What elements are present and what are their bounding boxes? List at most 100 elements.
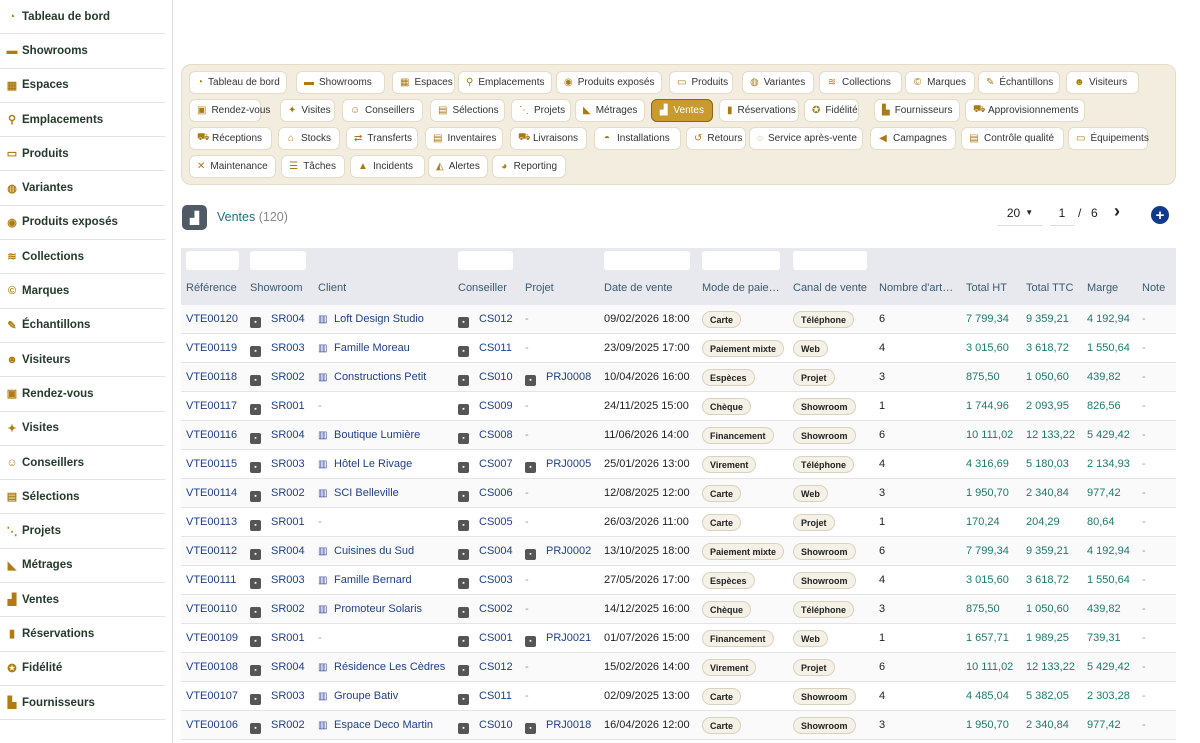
module-chip-approvisionnements[interactable]: ⛟ Approvisionnements: [965, 99, 1085, 122]
sale-reference-link[interactable]: VTE00116: [186, 429, 237, 441]
showroom-cell[interactable]: ▪ SR003: [250, 342, 305, 357]
column-header-conseiller[interactable]: Conseiller: [458, 282, 507, 294]
sale-reference-link[interactable]: VTE00120: [186, 313, 238, 325]
module-chip-inventaires[interactable]: ▤ Inventaires: [425, 127, 503, 150]
advisor-cell[interactable]: ▪ CS010: [458, 371, 513, 386]
module-chip-produits[interactable]: ▭ Produits: [669, 71, 733, 94]
advisor-cell[interactable]: ▪ CS002: [458, 603, 513, 618]
module-chip-installations[interactable]: ◓ Installations: [594, 127, 681, 150]
client-cell[interactable]: ▥ Famille Moreau: [318, 342, 410, 354]
column-header-canal-de-vente[interactable]: Canal de vente: [793, 282, 867, 294]
advisor-cell[interactable]: ▪ CS001: [458, 632, 513, 647]
column-header-projet[interactable]: Projet: [525, 282, 554, 294]
showroom-cell[interactable]: ▪ SR003: [250, 458, 305, 473]
showroom-cell[interactable]: ▪ SR003: [250, 574, 305, 589]
advisor-cell[interactable]: ▪ CS008: [458, 429, 513, 444]
module-chip-produits-exposes[interactable]: ◉ Produits exposés: [556, 71, 662, 94]
table-row[interactable]: VTE00120 ▪ SR004 ▥ Loft Design Studio ▪ CS012-…: [181, 305, 1176, 334]
module-chip-showrooms[interactable]: ▬ Showrooms: [296, 71, 385, 94]
showroom-cell[interactable]: ▪ SR001: [250, 632, 305, 647]
module-chip-conseillers[interactable]: ☺ Conseillers: [342, 99, 423, 122]
sale-reference-link[interactable]: VTE00108: [186, 661, 238, 673]
module-chip-reservations[interactable]: ▮ Réservations: [719, 99, 799, 122]
showroom-cell[interactable]: ▪ SR001: [250, 516, 305, 531]
sale-reference-link[interactable]: VTE00117: [186, 400, 237, 412]
module-chip-metrages[interactable]: ◣ Métrages: [575, 99, 645, 122]
client-cell[interactable]: ▥ Boutique Lumière: [318, 429, 420, 441]
sale-reference-link[interactable]: VTE00118: [186, 371, 237, 383]
module-chip-ventes[interactable]: ▟ Ventes: [651, 99, 713, 122]
client-cell[interactable]: ▥ Cuisines du Sud: [318, 545, 414, 557]
page-size-select[interactable]: 20 ▼: [997, 200, 1043, 226]
advisor-cell[interactable]: ▪ CS011: [458, 690, 512, 705]
showroom-cell[interactable]: ▪ SR002: [250, 487, 305, 502]
sale-reference-link[interactable]: VTE00110: [186, 603, 237, 615]
module-chip-transferts[interactable]: ⇄ Transferts: [346, 127, 418, 150]
module-chip-service-apres-vente[interactable]: ◌ Service après-vente: [749, 127, 863, 150]
table-row[interactable]: VTE00106 ▪ SR002 ▥ Espace Deco Martin ▪ CS010 ▪…: [181, 711, 1176, 740]
showroom-cell[interactable]: ▪ SR002: [250, 371, 305, 386]
showroom-cell[interactable]: ▪ SR004: [250, 545, 305, 560]
sidebar-item-metrages[interactable]: ◣ Métrages: [0, 549, 165, 584]
module-chip-visiteurs[interactable]: ☻ Visiteurs: [1066, 71, 1139, 94]
module-chip-receptions[interactable]: ⛟ Réceptions: [189, 127, 272, 150]
sale-reference-link[interactable]: VTE00109: [186, 632, 238, 644]
table-row[interactable]: VTE00108 ▪ SR004 ▥ Résidence Les Cèdres ▪ CS01…: [181, 653, 1176, 682]
client-cell[interactable]: ▥ Espace Deco Martin: [318, 719, 433, 731]
project-cell[interactable]: ▪ PRJ0002: [525, 545, 591, 560]
client-cell[interactable]: ▥ Loft Design Studio: [318, 313, 424, 325]
column-filter-input[interactable]: [604, 251, 690, 270]
table-row[interactable]: VTE00109 ▪ SR001 - ▪ CS001 ▪ PRJ0021 01/07/2026 …: [181, 624, 1176, 653]
client-cell[interactable]: ▥ Famille Bernard: [318, 574, 412, 586]
module-chip-selections[interactable]: ▤ Sélections: [430, 99, 505, 122]
sidebar-item-showrooms[interactable]: ▬ Showrooms: [0, 34, 165, 69]
module-chip-controle-qualite[interactable]: ▤ Contrôle qualité: [961, 127, 1064, 150]
column-header-total-ttc[interactable]: Total TTC: [1026, 282, 1073, 294]
module-chip-livraisons[interactable]: ⛟ Livraisons: [510, 127, 587, 150]
sale-reference-link[interactable]: VTE00111: [186, 574, 236, 586]
column-header-reference[interactable]: Référence: [186, 282, 237, 294]
column-header-note[interactable]: Note: [1142, 282, 1165, 294]
table-row[interactable]: VTE00116 ▪ SR004 ▥ Boutique Lumière ▪ CS008-11…: [181, 421, 1176, 450]
table-row[interactable]: VTE00119 ▪ SR003 ▥ Famille Moreau ▪ CS011 - 23/0…: [181, 334, 1176, 363]
project-cell[interactable]: ▪ PRJ0018: [525, 719, 591, 734]
module-chip-incidents[interactable]: ▲ Incidents: [350, 155, 425, 178]
column-header-marge[interactable]: Marge: [1087, 282, 1118, 294]
module-chip-rendez-vous[interactable]: ▣ Rendez-vous: [189, 99, 270, 122]
sidebar-item-ventes[interactable]: ▟ Ventes: [0, 583, 165, 618]
module-chip-equipements[interactable]: ▭ Équipements: [1068, 127, 1149, 150]
advisor-cell[interactable]: ▪ CS011: [458, 342, 512, 357]
sidebar-item-espaces[interactable]: ▦ Espaces: [0, 69, 165, 103]
module-chip-alertes[interactable]: ◭ Alertes: [428, 155, 488, 178]
sale-reference-link[interactable]: VTE00115: [186, 458, 237, 470]
module-chip-maintenance[interactable]: ✕ Maintenance: [189, 155, 276, 178]
showroom-cell[interactable]: ▪ SR002: [250, 603, 305, 618]
module-chip-fournisseurs[interactable]: ▙ Fournisseurs: [874, 99, 960, 122]
column-filter-input[interactable]: [702, 251, 780, 270]
sidebar-item-projets[interactable]: ⋱ Projets: [0, 514, 165, 549]
table-row[interactable]: VTE00115 ▪ SR003 ▥ Hôtel Le Rivage ▪ CS007 ▪ PRJ…: [181, 450, 1176, 479]
chevron-right-icon[interactable]: ›: [1114, 201, 1120, 222]
column-filter-input[interactable]: [458, 251, 513, 270]
sale-reference-link[interactable]: VTE00113: [186, 516, 237, 528]
module-chip-visites[interactable]: ✦ Visites: [280, 99, 335, 122]
sidebar-item-visiteurs[interactable]: ☻ Visiteurs: [0, 343, 165, 378]
showroom-cell[interactable]: ▪ SR003: [250, 690, 305, 705]
module-chip-collections[interactable]: ≋ Collections: [819, 71, 902, 94]
sidebar-item-rendez-vous[interactable]: ▣ Rendez-vous: [0, 377, 165, 412]
column-header-nombre-d-art[interactable]: Nombre d'art…: [879, 282, 959, 294]
column-header-total-ht[interactable]: Total HT: [966, 282, 1007, 294]
sidebar-item-reservations[interactable]: ▮ Réservations: [0, 617, 165, 652]
sidebar-item-emplacements[interactable]: ⚲ Emplacements: [0, 103, 165, 138]
client-cell[interactable]: ▥ Promoteur Solaris: [318, 603, 422, 615]
column-filter-input[interactable]: [793, 251, 867, 270]
module-chip-retours[interactable]: ↺ Retours: [686, 127, 746, 150]
module-chip-projets[interactable]: ⋱ Projets: [511, 99, 571, 122]
advisor-cell[interactable]: ▪ CS012: [458, 313, 513, 328]
module-chip-campagnes[interactable]: ◀ Campagnes: [870, 127, 956, 150]
sale-reference-link[interactable]: VTE00112: [186, 545, 237, 557]
sidebar-item-fidelite[interactable]: ✪ Fidélité: [0, 652, 165, 686]
advisor-cell[interactable]: ▪ CS012: [458, 661, 513, 676]
module-chip-variantes[interactable]: ◍ Variantes: [742, 71, 814, 94]
table-row[interactable]: VTE00113 ▪ SR001- ▪ CS005-26/03/2026 11:00 Ca…: [181, 508, 1176, 537]
